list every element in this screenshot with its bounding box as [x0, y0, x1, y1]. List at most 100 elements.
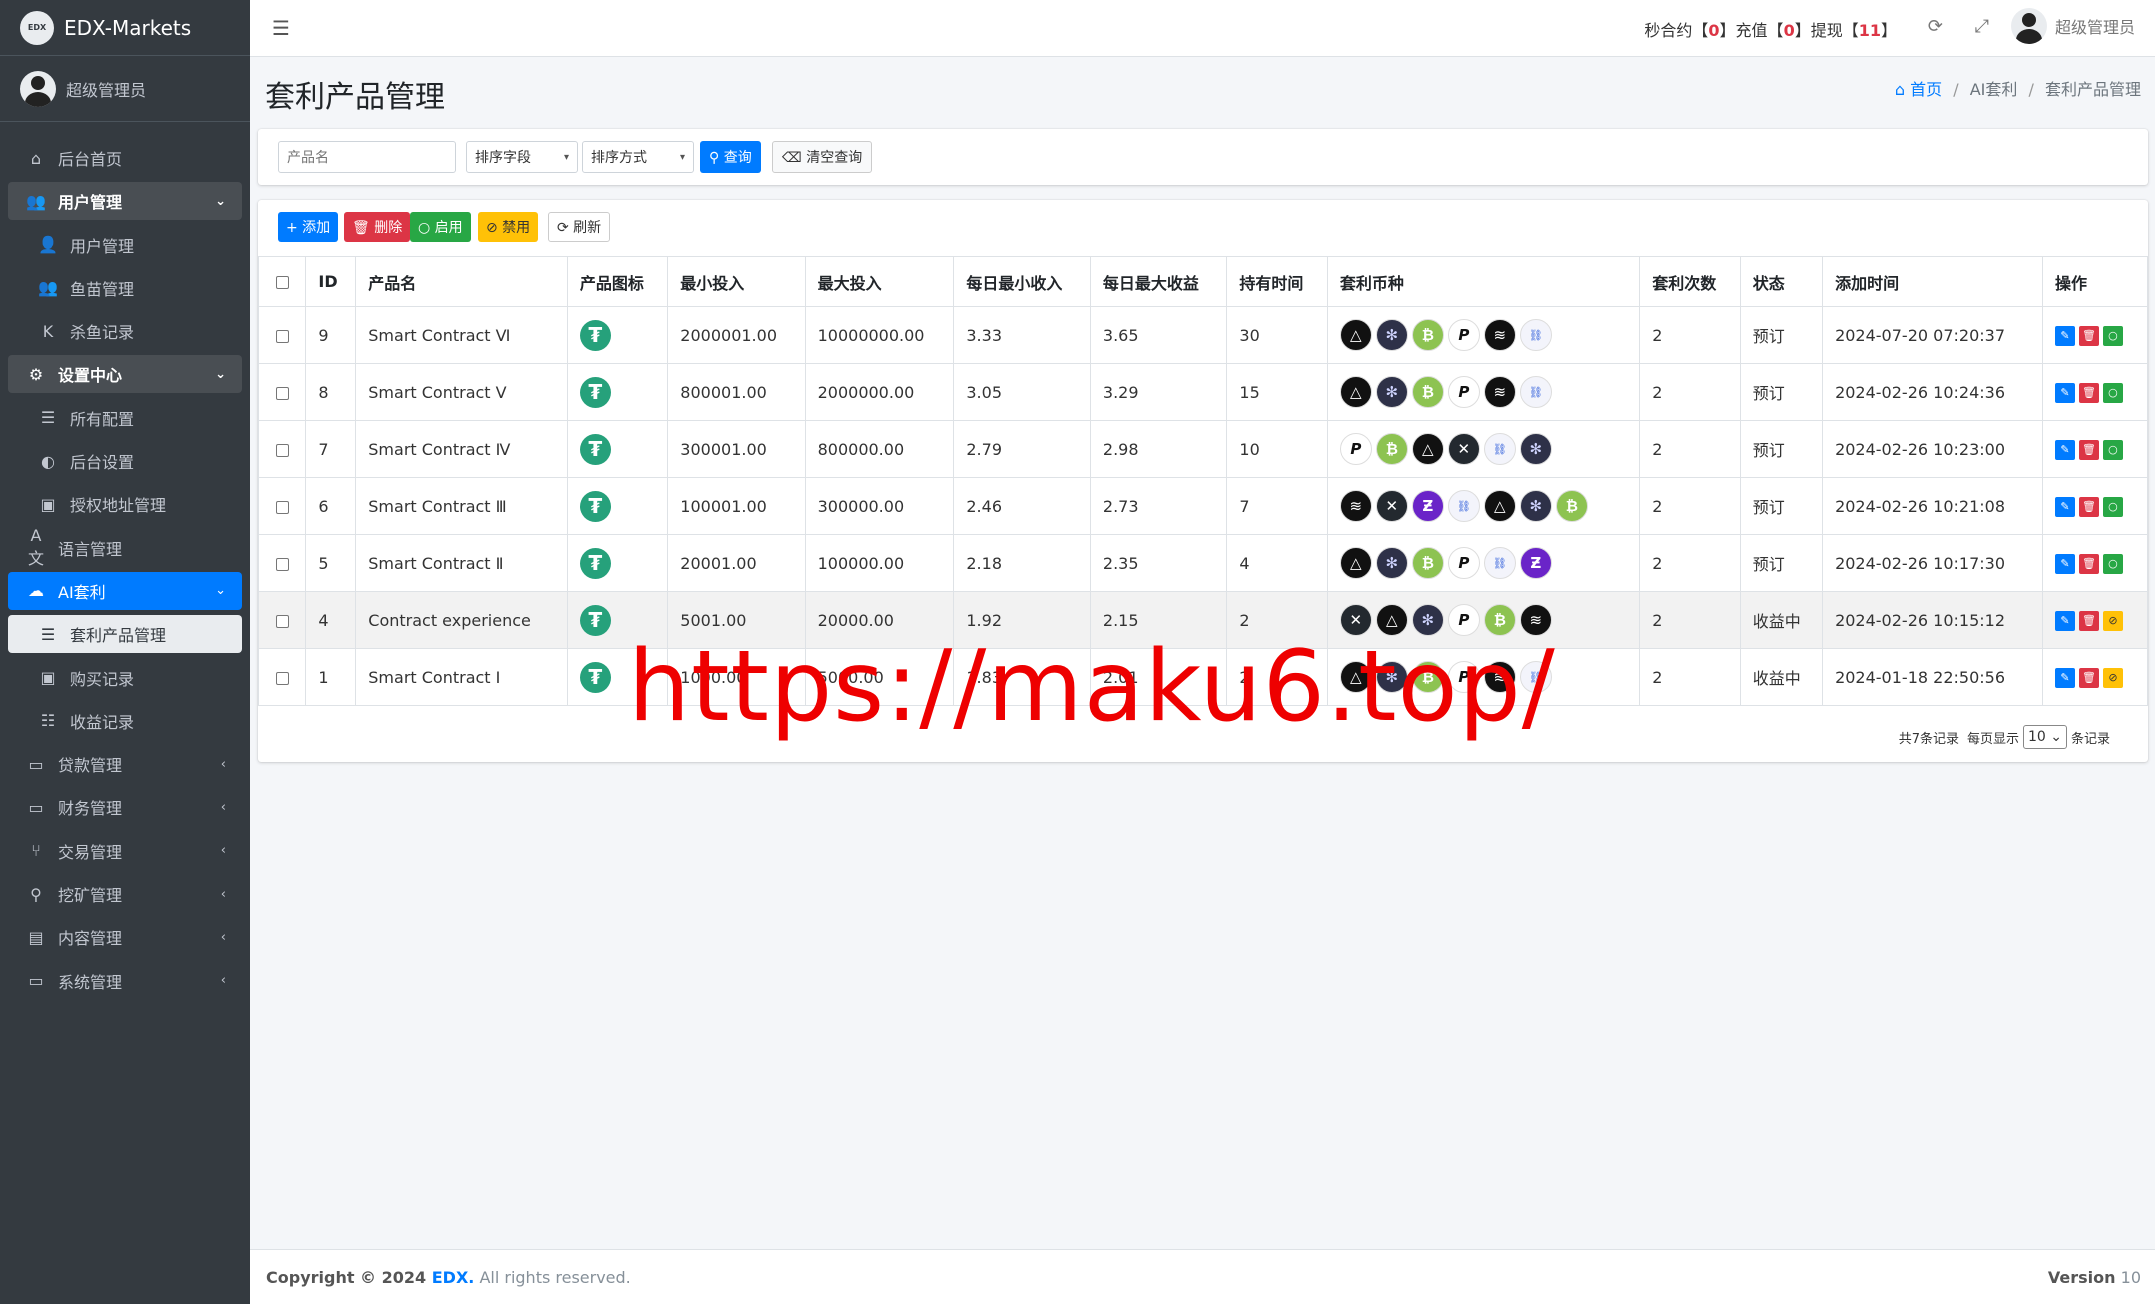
usdt-icon: ₮ — [579, 604, 611, 636]
sort-order-select[interactable]: 排序方式 ▾ — [582, 141, 694, 173]
sidebar-item-4[interactable]: K 杀鱼记录 — [8, 312, 242, 350]
edit-icon[interactable]: ✎ — [2054, 439, 2075, 460]
row-checkbox[interactable] — [275, 557, 289, 571]
delete-button[interactable]: 🗑 删除 — [344, 212, 411, 242]
sidebar-item-12[interactable]: ▣ 购买记录 — [8, 659, 242, 697]
action-buttons: ✎ 🗑 ○ — [2054, 382, 2123, 403]
sidebar-item-17[interactable]: ⚲ 挖矿管理 ‹ — [8, 875, 242, 913]
fullscreen-icon[interactable]: ⤢ — [1975, 16, 1989, 37]
delete-icon[interactable]: 🗑 — [2078, 325, 2099, 346]
sidebar-item-16[interactable]: ⑂ 交易管理 ‹ — [8, 832, 242, 870]
edit-icon[interactable]: ✎ — [2054, 610, 2075, 631]
edit-icon[interactable]: ✎ — [2054, 496, 2075, 517]
add-button[interactable]: + 添加 — [278, 212, 339, 242]
sort-field-select[interactable]: 排序字段 ▾ — [466, 141, 578, 173]
row-checkbox[interactable] — [275, 386, 289, 400]
money-icon: ▭ — [28, 797, 44, 817]
select-all-checkbox[interactable] — [275, 276, 289, 289]
row-select-cell — [257, 534, 307, 592]
action-buttons: ✎ 🗑 ○ — [2054, 553, 2123, 574]
sidebar-item-label: 杀鱼记录 — [70, 323, 135, 343]
delete-icon[interactable]: 🗑 — [2078, 553, 2099, 574]
menu-toggle-icon[interactable]: ☰ — [272, 16, 290, 40]
disable-icon[interactable]: ⊘ — [2102, 667, 2123, 688]
sidebar-item-13[interactable]: ☷ 收益记录 — [8, 702, 242, 740]
atom-coin-icon: ✻ — [1375, 319, 1408, 351]
edit-icon[interactable]: ✎ — [2054, 553, 2075, 574]
sidebar-item-8[interactable]: ▣ 授权地址管理 — [8, 485, 242, 523]
refresh-button[interactable]: ⟳ 刷新 — [548, 212, 611, 242]
sidebar-item-0[interactable]: ⌂ 后台首页 — [8, 139, 242, 177]
table-header-7: 每日最大收益 — [1089, 256, 1228, 307]
breadcrumb: ⌂ 首页 / AI套利 / 套利产品管理 — [1895, 76, 2141, 100]
sidebar-item-15[interactable]: ▭ 财务管理 ‹ — [8, 788, 242, 826]
eos-coin-icon: △ — [1483, 490, 1516, 522]
row-checkbox[interactable] — [275, 329, 289, 343]
sidebar-user-panel[interactable]: 超级管理员 — [0, 56, 250, 122]
edit-icon[interactable]: ✎ — [2054, 382, 2075, 403]
sidebar-item-9[interactable]: A文 语言管理 — [8, 526, 242, 568]
edit-icon[interactable]: ✎ — [2054, 667, 2075, 688]
table-row: 8 Smart Contract Ⅴ ₮ 800001.00 2000000.00 3.0… — [257, 363, 2149, 421]
sidebar-item-label: 设置中心 — [58, 366, 123, 386]
clear-search-button[interactable]: ⌫ 清空查询 — [772, 141, 873, 173]
brand-link[interactable]: EDX EDX-Markets — [0, 0, 250, 56]
enable-button[interactable]: ○ 启用 — [410, 212, 471, 242]
page-size-select[interactable]: 10 ⌄ — [2022, 725, 2067, 749]
row-product-name: Smart Contract Ⅴ — [355, 363, 568, 421]
stat-label-contract: 秒合约【 — [1644, 21, 1709, 40]
sidebar-item-6[interactable]: ☰ 所有配置 — [8, 399, 242, 437]
row-id: 6 — [305, 477, 357, 535]
delete-icon[interactable]: 🗑 — [2078, 667, 2099, 688]
sidebar-item-1[interactable]: 👥 用户管理 ⌄ — [8, 182, 242, 221]
table-header-5: 最大投入 — [804, 256, 955, 307]
enable-icon[interactable]: ○ — [2102, 496, 2123, 517]
row-checkbox[interactable] — [275, 614, 289, 628]
sidebar-item-7[interactable]: ◐ 后台设置 — [8, 442, 242, 480]
row-product-name: Smart Contract Ⅰ — [355, 648, 568, 706]
product-name-input[interactable] — [278, 141, 456, 173]
breadcrumb-ai: AI套利 — [1969, 80, 2018, 99]
sidebar-item-label: 用户管理 — [58, 193, 123, 213]
row-checkbox[interactable] — [275, 443, 289, 457]
watermark-text: https://maku6.top/ — [628, 630, 1556, 744]
table-header-3: 产品图标 — [566, 256, 669, 307]
sidebar-item-19[interactable]: ▭ 系统管理 ‹ — [8, 962, 242, 1000]
sidebar-item-11[interactable]: ☰ 套利产品管理 — [8, 615, 242, 654]
delete-icon[interactable]: 🗑 — [2078, 439, 2099, 460]
row-hold-time: 10 — [1226, 420, 1328, 478]
table-header-4: 最小投入 — [667, 256, 806, 307]
action-buttons: ✎ 🗑 ○ — [2054, 496, 2123, 517]
search-button[interactable]: ⚲ 查询 — [700, 141, 761, 173]
sidebar-item-10[interactable]: ☁ AI套利 ⌄ — [8, 571, 242, 610]
breadcrumb-home[interactable]: ⌂ 首页 — [1895, 80, 1942, 99]
gear-icon: ⚙ — [28, 364, 44, 384]
delete-icon[interactable]: 🗑 — [2078, 496, 2099, 517]
disable-button[interactable]: ⊘ 禁用 — [478, 212, 539, 242]
footer-edx-link[interactable]: EDX. — [432, 1268, 475, 1287]
disable-icon[interactable]: ⊘ — [2102, 610, 2123, 631]
delete-icon[interactable]: 🗑 — [2078, 610, 2099, 631]
sidebar-item-label: 贷款管理 — [58, 756, 123, 776]
row-checkbox[interactable] — [275, 671, 289, 685]
refresh-icon[interactable]: ⟳ — [1928, 16, 1943, 37]
sidebar-item-label: 鱼苗管理 — [70, 279, 135, 299]
enable-icon[interactable]: ○ — [2102, 325, 2123, 346]
sidebar-item-18[interactable]: ▤ 内容管理 ‹ — [8, 918, 242, 956]
sidebar-item-14[interactable]: ▭ 贷款管理 ‹ — [8, 745, 242, 783]
enable-icon[interactable]: ○ — [2102, 439, 2123, 460]
sidebar-item-5[interactable]: ⚙ 设置中心 ⌄ — [8, 355, 242, 394]
top-stats[interactable]: 秒合约【0】充值【0】提现【11】 — [1644, 17, 1897, 41]
monitor-icon: ▭ — [28, 971, 44, 991]
enable-icon[interactable]: ○ — [2102, 553, 2123, 574]
sidebar-item-3[interactable]: 👥 鱼苗管理 — [8, 269, 242, 307]
enable-icon[interactable]: ○ — [2102, 382, 2123, 403]
row-checkbox[interactable] — [275, 500, 289, 514]
delete-icon[interactable]: 🗑 — [2078, 382, 2099, 403]
edit-icon[interactable]: ✎ — [2054, 325, 2075, 346]
top-user-menu[interactable]: 超级管理员 — [2010, 8, 2135, 44]
sort-order-label: 排序方式 — [591, 150, 647, 166]
row-daily-min: 3.33 — [953, 306, 1091, 364]
row-product-name: Smart Contract Ⅱ — [355, 534, 568, 592]
sidebar-item-2[interactable]: 👤 用户管理 — [8, 226, 242, 264]
